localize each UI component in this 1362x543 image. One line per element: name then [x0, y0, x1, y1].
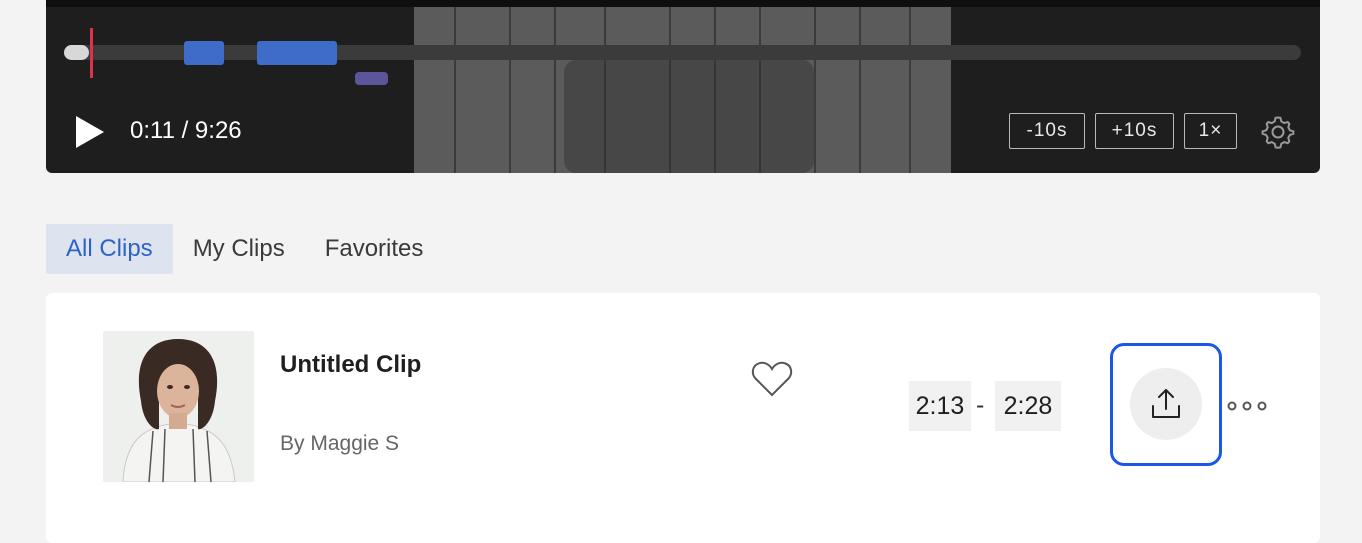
share-button[interactable] [1130, 368, 1202, 440]
share-icon [1152, 389, 1180, 418]
timeline-played [64, 45, 89, 60]
clip-title[interactable]: Untitled Clip [280, 351, 421, 379]
clip-thumbnail[interactable] [103, 331, 254, 482]
favorite-button[interactable] [750, 359, 794, 399]
video-frame [414, 0, 951, 173]
more-options-button[interactable] [1226, 397, 1268, 415]
clip-tabs: All Clips My Clips Favorites [46, 224, 443, 274]
clip-author: By Maggie S [280, 432, 400, 455]
clip-start-time[interactable]: 2:13 [909, 381, 971, 431]
timeline-track[interactable] [64, 45, 1301, 60]
clip-marker[interactable] [355, 72, 388, 85]
settings-button[interactable] [1260, 114, 1296, 150]
play-button[interactable] [74, 114, 106, 150]
tab-my-clips[interactable]: My Clips [173, 224, 305, 274]
clip-marker[interactable] [184, 41, 224, 65]
clip-marker[interactable] [257, 41, 337, 65]
playback-speed-button[interactable]: 1× [1184, 113, 1237, 149]
forward-10s-button[interactable]: +10s [1095, 113, 1174, 149]
tab-favorites[interactable]: Favorites [305, 224, 444, 274]
gear-icon [1261, 116, 1295, 149]
play-icon [76, 116, 104, 148]
tab-all-clips[interactable]: All Clips [46, 224, 173, 274]
time-range-separator: - [976, 391, 985, 419]
clip-end-time[interactable]: 2:28 [995, 381, 1061, 431]
heart-icon [751, 361, 793, 397]
clip-card[interactable]: Untitled Clip By Maggie S 2:13 - 2:28 [46, 293, 1320, 543]
video-player[interactable]: 0:11 / 9:26 -10s +10s 1× [46, 0, 1320, 173]
playhead[interactable] [90, 28, 93, 78]
time-readout: 0:11 / 9:26 [130, 117, 242, 144]
thumbnail-image [103, 331, 254, 482]
rewind-10s-button[interactable]: -10s [1009, 113, 1085, 149]
more-icon [1227, 401, 1267, 411]
